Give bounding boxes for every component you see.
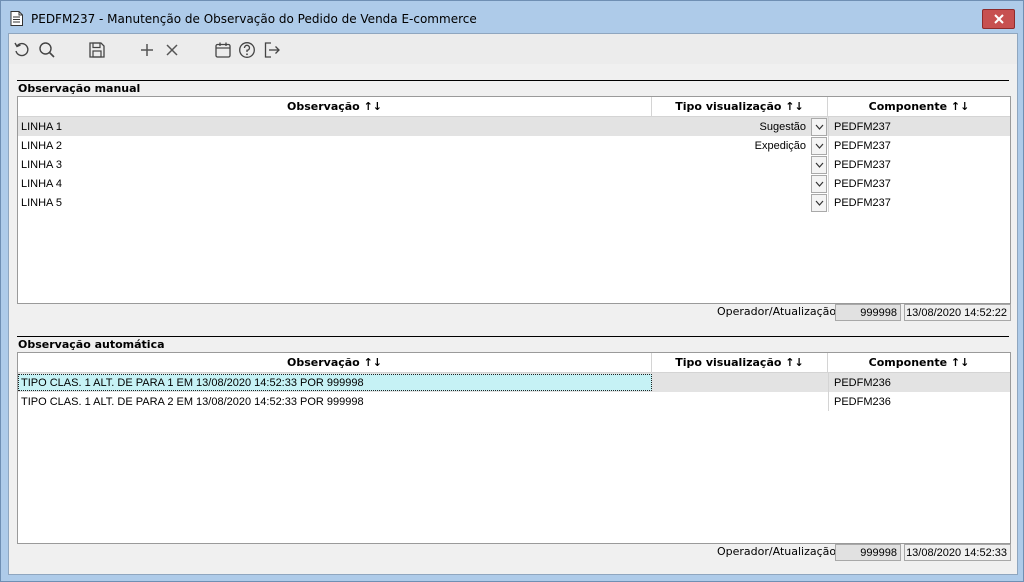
cell-observacao-wrapper[interactable]: TIPO CLAS. 1 ALT. DE PARA 1 EM 13/08/202…	[18, 373, 652, 392]
cell-observacao[interactable]: LINHA 5	[18, 193, 652, 212]
cell-tipo[interactable]: Sugestão	[652, 117, 828, 136]
calendar-icon	[215, 42, 231, 58]
save-icon	[89, 42, 105, 58]
app-window: PEDFM237 - Manutenção de Observação do P…	[0, 0, 1024, 582]
chevron-down-icon	[815, 143, 823, 149]
calendar-button[interactable]	[213, 40, 233, 60]
window-title: PEDFM237 - Manutenção de Observação do P…	[31, 12, 477, 26]
cell-tipo[interactable]	[652, 174, 828, 193]
chevron-down-icon	[815, 181, 823, 187]
cell-observacao[interactable]: LINHA 1	[18, 117, 652, 136]
tipo-dropdown-button[interactable]	[811, 194, 827, 212]
auto-grid: Observação ↑↓ Tipo visualização ↑↓ Compo…	[17, 352, 1011, 544]
operator-label: Operador/Atualização	[717, 305, 837, 318]
table-row[interactable]: LINHA 3 PEDFM237	[18, 155, 1010, 174]
tipo-dropdown-button[interactable]	[811, 137, 827, 155]
operator-label: Operador/Atualização	[717, 545, 837, 558]
section-divider	[17, 80, 1009, 81]
cell-tipo[interactable]: Expedição	[652, 136, 828, 155]
add-icon	[141, 44, 153, 56]
cell-observacao[interactable]: LINHA 3	[18, 155, 652, 174]
cell-tipo	[652, 392, 828, 411]
exit-icon	[264, 42, 280, 58]
cell-componente: PEDFM237	[828, 136, 1010, 155]
toolbar	[9, 34, 1017, 64]
table-row[interactable]: LINHA 1 Sugestão PEDFM237	[18, 117, 1010, 136]
refresh-icon	[14, 42, 29, 57]
section-divider	[17, 336, 1009, 337]
cell-observacao[interactable]: LINHA 4	[18, 174, 652, 193]
header-tipo-visualizacao[interactable]: Tipo visualização ↑↓	[652, 97, 828, 117]
chevron-down-icon	[815, 162, 823, 168]
client-area: Observação manual Observação ↑↓ Tipo vis…	[8, 33, 1018, 575]
manual-section-title: Observação manual	[18, 82, 141, 95]
cell-componente: PEDFM237	[828, 193, 1010, 212]
add-button[interactable]	[137, 40, 157, 60]
delete-button[interactable]	[162, 40, 182, 60]
chevron-down-icon	[815, 124, 823, 130]
close-icon	[993, 14, 1004, 24]
search-button[interactable]	[37, 40, 57, 60]
tipo-dropdown-button[interactable]	[811, 175, 827, 193]
cell-observacao[interactable]: LINHA 2	[18, 136, 652, 155]
header-componente[interactable]: Componente ↑↓	[828, 353, 1010, 373]
update-timestamp-field: 13/08/2020 14:52:22	[904, 304, 1011, 321]
cell-tipo	[652, 373, 828, 392]
header-tipo-visualizacao[interactable]: Tipo visualização ↑↓	[652, 353, 828, 373]
table-row[interactable]: TIPO CLAS. 1 ALT. DE PARA 1 EM 13/08/202…	[18, 373, 1010, 392]
save-button[interactable]	[87, 40, 107, 60]
help-icon	[239, 42, 255, 58]
document-icon	[10, 11, 23, 26]
tipo-dropdown-button[interactable]	[811, 156, 827, 174]
table-row[interactable]: LINHA 5 PEDFM237	[18, 193, 1010, 212]
header-observacao[interactable]: Observação ↑↓	[18, 353, 652, 373]
cell-tipo[interactable]	[652, 193, 828, 212]
help-button[interactable]	[237, 40, 257, 60]
cell-componente: PEDFM236	[828, 373, 1010, 392]
cell-componente: PEDFM237	[828, 117, 1010, 136]
table-row[interactable]: TIPO CLAS. 1 ALT. DE PARA 2 EM 13/08/202…	[18, 392, 1010, 411]
chevron-down-icon	[815, 200, 823, 206]
grid-header: Observação ↑↓ Tipo visualização ↑↓ Compo…	[18, 97, 1010, 117]
auto-section-title: Observação automática	[18, 338, 165, 351]
cell-componente: PEDFM237	[828, 155, 1010, 174]
cell-componente: PEDFM236	[828, 392, 1010, 411]
table-row[interactable]: LINHA 2 Expedição PEDFM237	[18, 136, 1010, 155]
exit-button[interactable]	[262, 40, 282, 60]
cell-observacao[interactable]: TIPO CLAS. 1 ALT. DE PARA 1 EM 13/08/202…	[18, 374, 652, 391]
table-row[interactable]: LINHA 4 PEDFM237	[18, 174, 1010, 193]
delete-icon	[166, 44, 178, 56]
cell-tipo[interactable]	[652, 155, 828, 174]
close-button[interactable]	[982, 9, 1015, 29]
tipo-dropdown-button[interactable]	[811, 118, 827, 136]
operator-field: 999998	[835, 304, 901, 321]
cell-componente: PEDFM237	[828, 174, 1010, 193]
refresh-button[interactable]	[12, 40, 32, 60]
header-componente[interactable]: Componente ↑↓	[828, 97, 1010, 117]
header-observacao[interactable]: Observação ↑↓	[18, 97, 652, 117]
search-icon	[39, 42, 55, 58]
update-timestamp-field: 13/08/2020 14:52:33	[904, 544, 1011, 561]
cell-observacao[interactable]: TIPO CLAS. 1 ALT. DE PARA 2 EM 13/08/202…	[18, 392, 652, 411]
manual-grid: Observação ↑↓ Tipo visualização ↑↓ Compo…	[17, 96, 1011, 304]
operator-field: 999998	[835, 544, 901, 561]
title-bar: PEDFM237 - Manutenção de Observação do P…	[1, 1, 1023, 33]
grid-header: Observação ↑↓ Tipo visualização ↑↓ Compo…	[18, 353, 1010, 373]
